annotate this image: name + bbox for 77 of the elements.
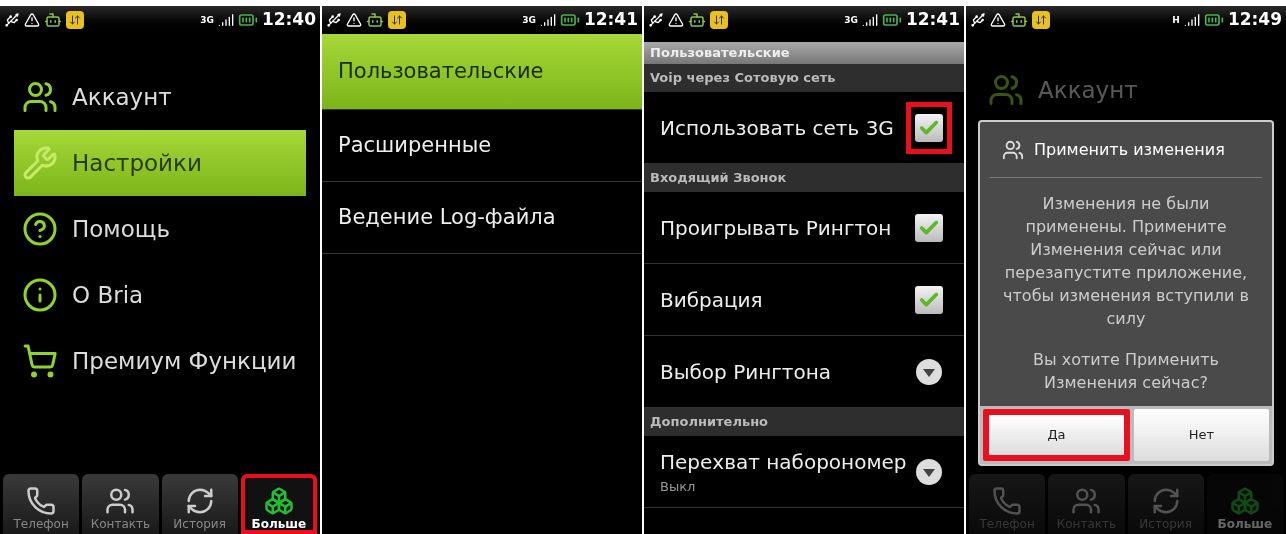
signal-icon (217, 12, 234, 28)
setting-label: Вибрация (660, 286, 764, 314)
setting-summary: Выкл (660, 477, 697, 496)
contacts-badge-icon (1032, 11, 1050, 29)
dialog-button[interactable]: Нет (1134, 409, 1269, 461)
people-icon (22, 79, 58, 115)
phone-icon (992, 486, 1023, 516)
dialog-question: Вы хотите Применить Изменения сейчас? (1032, 349, 1220, 394)
usb-icon (4, 12, 20, 28)
menu-item[interactable]: Аккаунт (14, 64, 306, 130)
setting-row[interactable]: Перехват наборономер Выкл (644, 436, 964, 508)
contacts-badge-icon (66, 11, 84, 29)
usb-icon (326, 12, 342, 28)
network-type: 3G (200, 15, 214, 25)
list-item[interactable]: Расширенные (322, 110, 642, 182)
signal-icon (539, 12, 556, 28)
info-icon (22, 277, 58, 313)
network-type: 3G (844, 15, 858, 25)
contacts-badge-icon (388, 11, 406, 29)
clock: 12:40 (261, 8, 316, 32)
warning-icon (990, 12, 1006, 28)
section-header: Входящий Звонок (644, 164, 964, 192)
clock: 12:41 (905, 8, 960, 32)
dropdown-icon (916, 358, 942, 385)
warning-icon (24, 12, 40, 28)
android-icon (44, 11, 62, 29)
tab[interactable]: Контакть (82, 474, 159, 534)
checkbox[interactable] (915, 213, 943, 242)
list-item[interactable]: Пользовательские (322, 34, 642, 110)
network-type: 3G (522, 15, 536, 25)
usb-icon (970, 12, 986, 28)
setting-label: Использовать сеть 3G (660, 114, 895, 142)
tab[interactable]: Телефон (3, 474, 80, 534)
menu-item[interactable]: Настройки (14, 130, 306, 196)
tab[interactable]: Больше (240, 474, 317, 534)
android-icon (688, 11, 706, 29)
warning-icon (346, 12, 362, 28)
menu-item[interactable]: O Bria (14, 262, 306, 328)
cubes-icon (263, 486, 294, 516)
setting-label: Выбор Рингтона (660, 358, 832, 386)
dropdown-icon (916, 458, 942, 485)
setting-label: Перехват наборономер (660, 448, 908, 476)
people-icon (988, 72, 1024, 108)
wrench-icon (22, 145, 58, 181)
question-icon (22, 211, 58, 247)
dialog-title: Применить изменения (1034, 138, 1225, 161)
clock: 12:41 (583, 8, 638, 32)
setting-row[interactable]: Вибрация (644, 264, 964, 336)
setting-label: Проигрывать Рингтон (660, 214, 893, 242)
setting-row[interactable]: Проигрывать Рингтон (644, 192, 964, 264)
people-icon (1071, 486, 1102, 516)
people-icon (105, 486, 136, 516)
warning-icon (668, 12, 684, 28)
menu-item[interactable]: Премиум Функции (14, 328, 306, 394)
section-header: Voip через Сотовую сеть (644, 64, 964, 92)
menu-item[interactable]: Помощь (14, 196, 306, 262)
cubes-icon (1229, 486, 1260, 516)
section-header: Дополнительно (644, 408, 964, 436)
tab[interactable]: История (161, 474, 238, 534)
checkbox[interactable] (915, 113, 943, 142)
dialog-button[interactable]: Да (983, 409, 1130, 461)
screen-title: Пользовательские (644, 42, 964, 64)
dialog-message: Изменения не были применены. Примените Изменения сейчас или перезапустите приложение, чтобы изменения вступили в силу (1002, 193, 1250, 330)
people-icon (1002, 138, 1024, 161)
android-icon (1010, 11, 1028, 29)
usb-icon (648, 12, 664, 28)
network-type: H (1172, 15, 1180, 25)
contacts-badge-icon (710, 11, 728, 29)
signal-icon (861, 12, 878, 28)
android-icon (366, 11, 384, 29)
phone-icon (26, 486, 57, 516)
checkbox[interactable] (915, 285, 943, 314)
list-item[interactable]: Ведение Log-файла (322, 182, 642, 254)
signal-icon (1183, 12, 1200, 28)
cart-icon (22, 343, 58, 379)
clock: 12:49 (1227, 8, 1282, 32)
tab[interactable]: Больше (1206, 474, 1283, 534)
